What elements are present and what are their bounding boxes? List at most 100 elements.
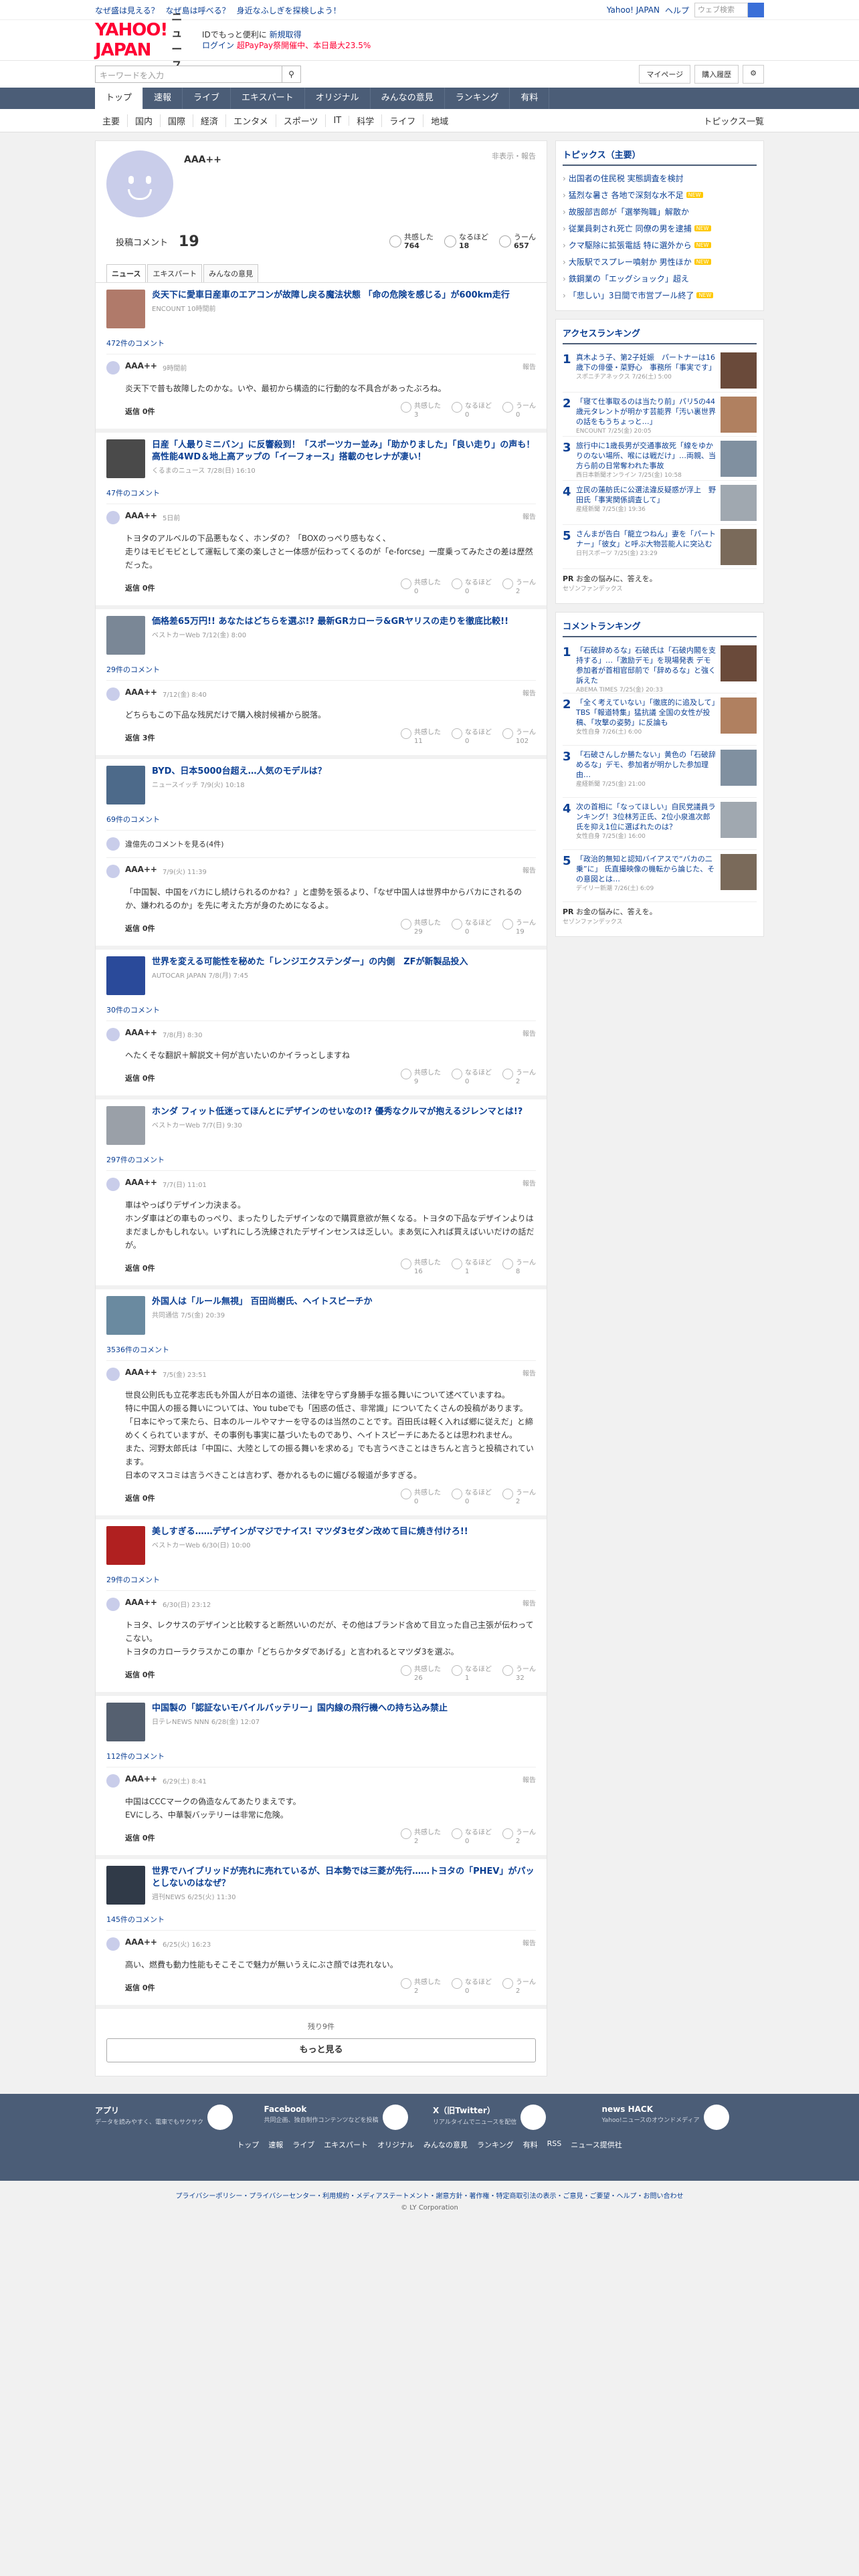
web-search-button[interactable] (748, 3, 764, 17)
article-title[interactable]: ホンダ フィット低迷ってほんとにデザインのせいなの!? 優秀なクルマが抱えるジレ… (152, 1106, 522, 1118)
category-item[interactable]: 主要 (95, 114, 128, 127)
article-title[interactable]: 世界を変える可能性を秘めた「レンジエクステンダー」の内側 ZFが新製品投入 (152, 956, 468, 968)
reaction-button[interactable]: うーん 0 (502, 402, 536, 419)
ranking-title[interactable]: 「全く考えていない」「徹底的に追及して」TBS「報道特集」猛抗議 全国の女性が投… (576, 698, 715, 727)
reply-button[interactable]: 返信 0件 (125, 406, 155, 417)
reaction-button[interactable]: 共感した 11 (401, 728, 441, 746)
reply-button[interactable]: 返信 0件 (125, 582, 155, 593)
article-link[interactable]: BYD、日本5000台超え…人気のモデルは？ ニュースイッチ 7/9(火) 10:… (106, 766, 536, 811)
legal-links[interactable]: プライバシーポリシー・プライバシーセンター・利用規約・メディアステートメント・謝… (0, 2190, 859, 2200)
topic-item[interactable]: 「悲しい」3日間で市営プール終了NEW (563, 287, 757, 304)
reply-button[interactable]: 返信 3件 (125, 732, 155, 743)
yahoo-news-logo[interactable]: YAHOO! JAPAN ニュース (95, 11, 189, 72)
comment-author[interactable]: AAA++ (125, 1774, 157, 1786)
reaction-button[interactable]: なるほど 0 (452, 402, 492, 419)
nav-item[interactable]: エキスパート (231, 88, 305, 109)
comment-count-link[interactable]: 112件のコメント (106, 1748, 536, 1767)
topic-item[interactable]: クマ駆除に拡張電話 特に選外からNEW (563, 237, 757, 253)
footer-link[interactable]: トップ (237, 2139, 259, 2150)
footer-link[interactable]: 速報 (268, 2139, 283, 2150)
ranking-item[interactable]: 1 真木よう子、第2子妊娠 パートナーは16歳下の俳優・菜野心 事務所「事実です」… (563, 348, 757, 393)
reaction-button[interactable]: うーん 19 (502, 919, 536, 936)
ranking-title[interactable]: 「石破さんしか勝たない」黄色の「石破辞めるな」デモ、参加者が明かした参加理由… (576, 750, 716, 779)
topic-item[interactable]: 従業員刺され死亡 同僚の男を逮捕NEW (563, 220, 757, 237)
topics-list-link[interactable]: トピックス一覧 (703, 114, 764, 127)
nav-item[interactable]: 有料 (510, 88, 550, 109)
report-link[interactable]: 報告 (522, 1028, 536, 1039)
category-item[interactable]: 国際 (161, 114, 194, 127)
comment-author[interactable]: AAA++ (125, 1178, 157, 1189)
ranking-title[interactable]: 次の首相に「なってほしい」自民党議員ランキング！3位林芳正氏、2位小泉進次郎氏を… (576, 802, 715, 831)
promo-link[interactable]: 身近なふしぎを探検しよう！ (237, 6, 341, 15)
reaction-button[interactable]: 共感した 2 (401, 1828, 441, 1846)
category-item[interactable]: ライフ (382, 114, 424, 127)
pr-ad[interactable]: PR お金の悩みに、答えを。 セゾンファンデックス (563, 569, 757, 597)
nav-item[interactable]: みんなの意見 (371, 88, 445, 109)
reaction-button[interactable]: 共感した 3 (401, 402, 441, 419)
article-link[interactable]: 炎天下に愛車日産車のエアコンが故障し戻る魔法状態 「命の危険を感じる」が600k… (106, 290, 536, 335)
report-link[interactable]: 報告 (522, 361, 536, 372)
ranking-title[interactable]: 真木よう子、第2子妊娠 パートナーは16歳下の俳優・菜野心 事務所「事実です」 (576, 353, 716, 372)
footer-promo[interactable]: アプリ データを読みやすく、電車でもサクサク Y (95, 2105, 258, 2130)
reaction-button[interactable]: なるほど 0 (452, 1489, 492, 1506)
comment-count-link[interactable]: 47件のコメント (106, 485, 536, 504)
gear-icon[interactable]: ⚙ (743, 65, 764, 84)
comment-count-link[interactable]: 145件のコメント (106, 1911, 536, 1931)
comment-author[interactable]: AAA++ (125, 1028, 157, 1039)
article-title[interactable]: 外国人は「ルール無視」 百田尚樹氏、ヘイトスピーチか (152, 1296, 373, 1308)
report-link[interactable]: 報告 (522, 687, 536, 699)
comment-author[interactable]: AAA++ (125, 687, 157, 699)
login-link[interactable]: ログイン (202, 41, 234, 50)
report-link[interactable]: 報告 (522, 1368, 536, 1379)
reply-button[interactable]: 返信 0件 (125, 923, 155, 934)
topic-item[interactable]: 大阪駅でスプレー噴射か 男性ほかNEW (563, 253, 757, 270)
category-item[interactable]: スポーツ (276, 114, 326, 127)
footer-link[interactable]: RSS (547, 2139, 562, 2150)
yahoo-japan-link[interactable]: Yahoo! JAPAN (607, 5, 660, 15)
topic-item[interactable]: 出国者の住民税 実態調査を検討 (563, 170, 757, 187)
reaction-button[interactable]: なるほど 0 (452, 1069, 492, 1086)
ranking-title[interactable]: さんまが告白「龍立つねん」妻を「パートナー」「彼女」と呼ぶ大物芸能人に突込む (576, 530, 716, 548)
reaction-button[interactable]: うーん 8 (502, 1259, 536, 1276)
category-item[interactable]: 国内 (128, 114, 161, 127)
category-item[interactable]: 経済 (193, 114, 227, 127)
ranking-item[interactable]: 3 「石破さんしか勝たない」黄色の「石破辞めるな」デモ、参加者が明かした参加理由…… (563, 746, 757, 798)
comment-author[interactable]: AAA++ (125, 1937, 157, 1949)
reaction-button[interactable]: なるほど 0 (452, 578, 492, 596)
nav-item[interactable]: ライブ (183, 88, 231, 109)
web-search-input[interactable]: ウェブ検索 (694, 3, 748, 17)
ranking-title[interactable]: 「寝て仕事取るのは当たり前」パリ5の44歳元タレントが明かす芸能界「汚い裏世界の… (576, 397, 716, 426)
article-link[interactable]: 価格差65万円!! あなたはどちらを選ぶ!? 最新GRカローラ&GRヤリスの走り… (106, 616, 536, 661)
tab[interactable]: みんなの意見 (203, 264, 259, 282)
category-item[interactable]: エンタメ (226, 114, 276, 127)
pr-ad-2[interactable]: PR お金の悩みに、答えを。 セゾンファンデックス (563, 902, 757, 930)
reply-button[interactable]: 返信 0件 (125, 1832, 155, 1843)
purchase-history-button[interactable]: 購入履歴 (694, 65, 739, 84)
article-link[interactable]: 日産「人最りミニバン」に反響殺到！「スポーツカー並み」「助かりました」「良い走り… (106, 439, 536, 485)
footer-link[interactable]: エキスパート (324, 2139, 368, 2150)
article-title[interactable]: 美しすぎる……デザインがマジでナイス! マツダ3セダン改めて目に焼き付けろ!! (152, 1526, 468, 1538)
comment-count-link[interactable]: 3536件のコメント (106, 1341, 536, 1361)
footer-promo[interactable]: Facebook 共同企画、独自制作コンテンツなどを投稿 f (264, 2105, 427, 2130)
ranking-title[interactable]: 旅行中に1歳長男が交通事故死「線をゆかりのない場所、喉には戦だけ」…両親、当方ら… (576, 441, 716, 470)
comment-count-link[interactable]: 29件のコメント (106, 1572, 536, 1591)
nav-item[interactable]: 速報 (143, 88, 183, 109)
footer-link[interactable]: みんなの意見 (423, 2139, 468, 2150)
topic-item[interactable]: 猛烈な暑さ 各地で深刻な水不足NEW (563, 187, 757, 203)
comment-count-link[interactable]: 472件のコメント (106, 335, 536, 354)
category-item[interactable]: 地域 (423, 114, 456, 127)
search-icon[interactable]: ⚲ (282, 66, 301, 83)
reaction-button[interactable]: 共感した 9 (401, 1069, 441, 1086)
footer-link[interactable]: ランキング (477, 2139, 514, 2150)
comment-author[interactable]: AAA++ (125, 361, 157, 372)
hide-report-link[interactable]: 非表示・報告 (492, 150, 536, 228)
reaction-button[interactable]: うーん 2 (502, 1828, 536, 1846)
nav-item[interactable]: オリジナル (305, 88, 371, 109)
reaction-button[interactable]: なるほど 0 (452, 919, 492, 936)
article-link[interactable]: ホンダ フィット低迷ってほんとにデザインのせいなの!? 優秀なクルマが抱えるジレ… (106, 1106, 536, 1152)
ranking-title[interactable]: 立民の蓮舫氏に公選法違反疑惑が浮上 野田氏「事実関係調査して」 (576, 486, 716, 504)
reply-button[interactable]: 返信 0件 (125, 1073, 155, 1083)
mypage-button[interactable]: マイページ (639, 65, 691, 84)
help-link[interactable]: ヘルプ (665, 5, 689, 16)
reaction-button[interactable]: うーん 2 (502, 1978, 536, 1996)
